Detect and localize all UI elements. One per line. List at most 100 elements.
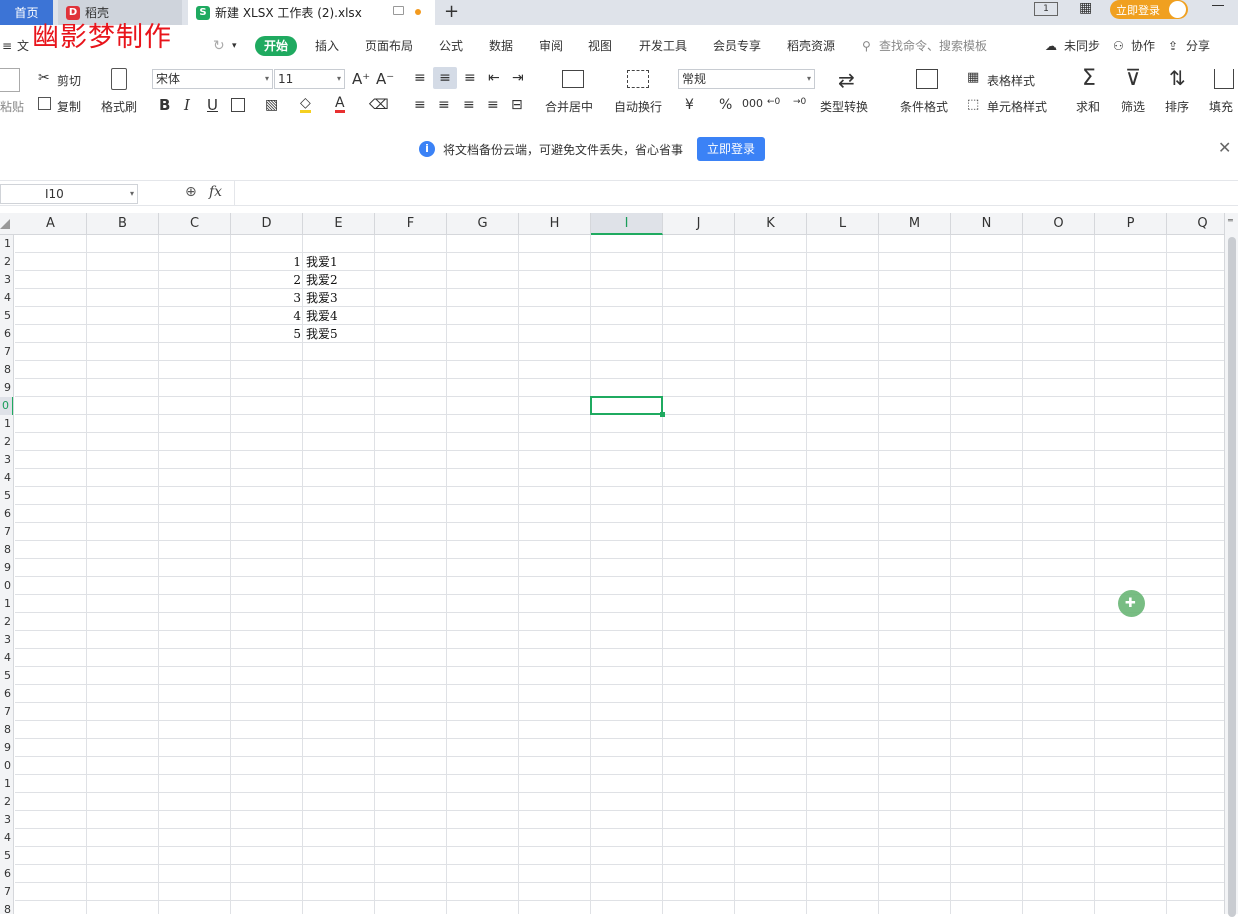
unsync-button[interactable]: 未同步 (1064, 33, 1100, 60)
vertical-scrollbar[interactable]: ═ (1224, 213, 1238, 917)
align-middle-icon[interactable]: ≡ (433, 67, 457, 89)
bold-icon[interactable]: B (159, 96, 170, 114)
column-header-K[interactable]: K (735, 213, 807, 235)
selected-cell-I10[interactable] (590, 396, 665, 417)
row-header[interactable]: 0 (0, 577, 13, 595)
row-header[interactable]: 9 (0, 559, 13, 577)
cell-E6[interactable]: 我爱5 (306, 325, 375, 343)
zoom-icon[interactable]: ⊕ (185, 184, 197, 200)
cell-E2[interactable]: 我爱1 (306, 253, 375, 271)
decrease-font-icon[interactable]: A⁻ (376, 70, 394, 88)
sort-button[interactable]: 排序 (1165, 98, 1189, 115)
row-header[interactable]: 4 (0, 289, 13, 307)
row-header[interactable]: 4 (0, 649, 13, 667)
cell-E3[interactable]: 我爱2 (306, 271, 375, 289)
redo-icon[interactable]: ↻ (213, 33, 225, 60)
column-header-L[interactable]: L (807, 213, 879, 235)
increase-font-icon[interactable]: A⁺ (352, 70, 370, 88)
fill-color-icon[interactable]: ◇ (300, 96, 311, 113)
paste-button[interactable]: 粘贴 (0, 98, 24, 115)
auto-wrap-button[interactable]: 自动换行 (614, 98, 662, 115)
distributed-align-icon[interactable]: ⊟ (511, 97, 523, 113)
currency-button[interactable]: ¥ (685, 97, 694, 113)
menu-developer[interactable]: 开发工具 (639, 33, 687, 60)
increase-indent-icon[interactable]: ⇥ (512, 70, 524, 86)
tab-active-file[interactable]: S 新建 XLSX 工作表 (2).xlsx (188, 0, 435, 25)
row-header[interactable]: 7 (0, 343, 13, 361)
formula-input[interactable] (234, 181, 1238, 205)
row-header[interactable]: 3 (0, 271, 13, 289)
menu-daoke-resources[interactable]: 稻壳资源 (787, 33, 835, 60)
row-header[interactable]: 6 (0, 865, 13, 883)
name-box[interactable]: I10 ▾ (0, 184, 138, 204)
row-header[interactable]: 2 (0, 613, 13, 631)
scroll-up-icon[interactable]: ═ (1228, 216, 1233, 225)
sum-button[interactable]: 求和 (1076, 98, 1100, 115)
column-header-O[interactable]: O (1023, 213, 1095, 235)
cell-shade-icon[interactable]: ▧ (265, 97, 278, 113)
layout-icon[interactable]: 1 (1034, 2, 1058, 16)
font-size-select[interactable]: 11 ▾ (274, 69, 345, 89)
cell-D6[interactable]: 5 (231, 325, 301, 343)
row-header[interactable]: 9 (0, 739, 13, 757)
row-header[interactable]: 1 (0, 775, 13, 793)
conditional-format-button[interactable]: 条件格式 (900, 98, 948, 115)
type-convert-button[interactable]: 类型转换 (820, 98, 868, 115)
cell-E4[interactable]: 我爱3 (306, 289, 375, 307)
collab-button[interactable]: 协作 (1131, 33, 1155, 60)
row-header[interactable]: 1 (0, 415, 13, 433)
align-bottom-icon[interactable]: ≡ (464, 70, 476, 86)
format-painter-button[interactable]: 格式刷 (101, 98, 137, 115)
menu-start[interactable]: 开始 (255, 36, 298, 56)
row-header[interactable]: 9 (0, 379, 13, 397)
menu-member[interactable]: 会员专享 (713, 33, 761, 60)
scrollbar-thumb[interactable] (1228, 237, 1236, 917)
row-header[interactable]: 5 (0, 847, 13, 865)
minimize-icon[interactable] (1212, 5, 1224, 6)
table-style-button[interactable]: 表格样式 (987, 72, 1035, 89)
menu-data[interactable]: 数据 (489, 33, 513, 60)
row-header[interactable]: 6 (0, 505, 13, 523)
cell-E5[interactable]: 我爱4 (306, 307, 375, 325)
font-color-icon[interactable]: A (335, 96, 345, 113)
row-header[interactable]: 3 (0, 631, 13, 649)
menu-view[interactable]: 视图 (588, 33, 612, 60)
login-button[interactable]: 立即登录 (1110, 0, 1188, 19)
cell-D5[interactable]: 4 (231, 307, 301, 325)
column-header-B[interactable]: B (87, 213, 159, 235)
thousands-button[interactable]: 000 (742, 97, 763, 110)
menu-page-layout[interactable]: 页面布局 (365, 33, 413, 60)
align-left-icon[interactable]: ≡ (414, 97, 426, 113)
row-header[interactable]: 4 (0, 469, 13, 487)
new-tab-button[interactable]: + (444, 1, 459, 22)
row-header[interactable]: 8 (0, 901, 13, 914)
search-icon[interactable]: ⚲ (862, 33, 871, 60)
monitor-icon[interactable] (393, 6, 404, 15)
row-header[interactable]: 2 (0, 793, 13, 811)
row-header[interactable]: 6 (0, 685, 13, 703)
decrease-indent-icon[interactable]: ⇤ (488, 70, 500, 86)
increase-decimal-icon[interactable]: ←0 (767, 97, 780, 107)
fx-icon[interactable]: fx (209, 184, 222, 200)
row-header[interactable]: 3 (0, 451, 13, 469)
hamburger-menu-icon[interactable]: ≡ (2, 33, 12, 60)
cell-D2[interactable]: 1 (231, 253, 301, 271)
row-header[interactable]: 5 (0, 487, 13, 505)
column-header-M[interactable]: M (879, 213, 951, 235)
fill-button[interactable]: 填充 (1209, 98, 1233, 115)
row-header[interactable]: 2 (0, 253, 13, 271)
column-header-P[interactable]: P (1095, 213, 1167, 235)
row-header[interactable]: 1 (0, 595, 13, 613)
notice-login-button[interactable]: 立即登录 (697, 137, 765, 161)
copy-button[interactable]: 复制 (57, 98, 81, 115)
percent-button[interactable]: % (719, 97, 732, 113)
paste-icon[interactable] (0, 68, 20, 92)
column-header-J[interactable]: J (663, 213, 735, 235)
close-icon[interactable]: ✕ (1218, 138, 1231, 157)
row-header[interactable]: 2 (0, 433, 13, 451)
align-top-icon[interactable]: ≡ (414, 70, 426, 86)
number-format-select[interactable]: 常规 ▾ (678, 69, 815, 89)
column-header-I[interactable]: I (591, 213, 663, 235)
row-header[interactable]: 0 (0, 397, 13, 415)
row-header[interactable]: 0 (0, 757, 13, 775)
